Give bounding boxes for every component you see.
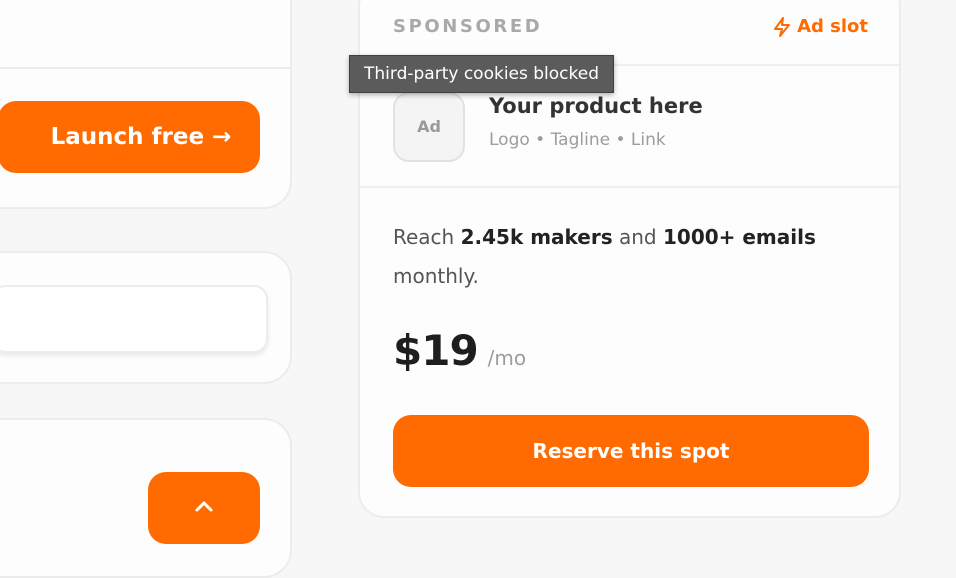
- reach-makers: 2.45k makers: [460, 225, 613, 249]
- text-input[interactable]: [0, 285, 268, 353]
- card-divider: [0, 67, 290, 69]
- ad-slot-link[interactable]: Ad slot: [773, 16, 868, 37]
- reach-suffix: monthly.: [393, 264, 479, 288]
- reach-prefix: Reach: [393, 225, 461, 249]
- ad-product-subtitle: Logo • Tagline • Link: [489, 130, 666, 150]
- ad-price: $19 /mo: [393, 326, 526, 375]
- ad-slot-label: Ad slot: [797, 16, 868, 37]
- input-card: [0, 251, 292, 384]
- price-amount: $19: [393, 326, 479, 375]
- launch-free-button[interactable]: Launch free →: [0, 101, 260, 173]
- sponsored-label: SPONSORED: [393, 16, 543, 37]
- price-period: /mo: [487, 346, 527, 370]
- ad-product-title: Your product here: [489, 94, 703, 118]
- scroll-top-button[interactable]: [148, 472, 260, 544]
- reach-middle: and: [612, 225, 663, 249]
- lightning-bolt-icon: [774, 16, 791, 37]
- ad-logo-placeholder: Ad: [393, 92, 465, 162]
- chevron-up-icon: [195, 501, 213, 512]
- cookies-blocked-tooltip: Third-party cookies blocked: [349, 55, 615, 93]
- reach-emails: 1000+ emails: [662, 225, 816, 249]
- reserve-spot-button[interactable]: Reserve this spot: [393, 415, 869, 487]
- ad-reach-text: Reach 2.45k makers and 1000+ emails mont…: [393, 218, 863, 296]
